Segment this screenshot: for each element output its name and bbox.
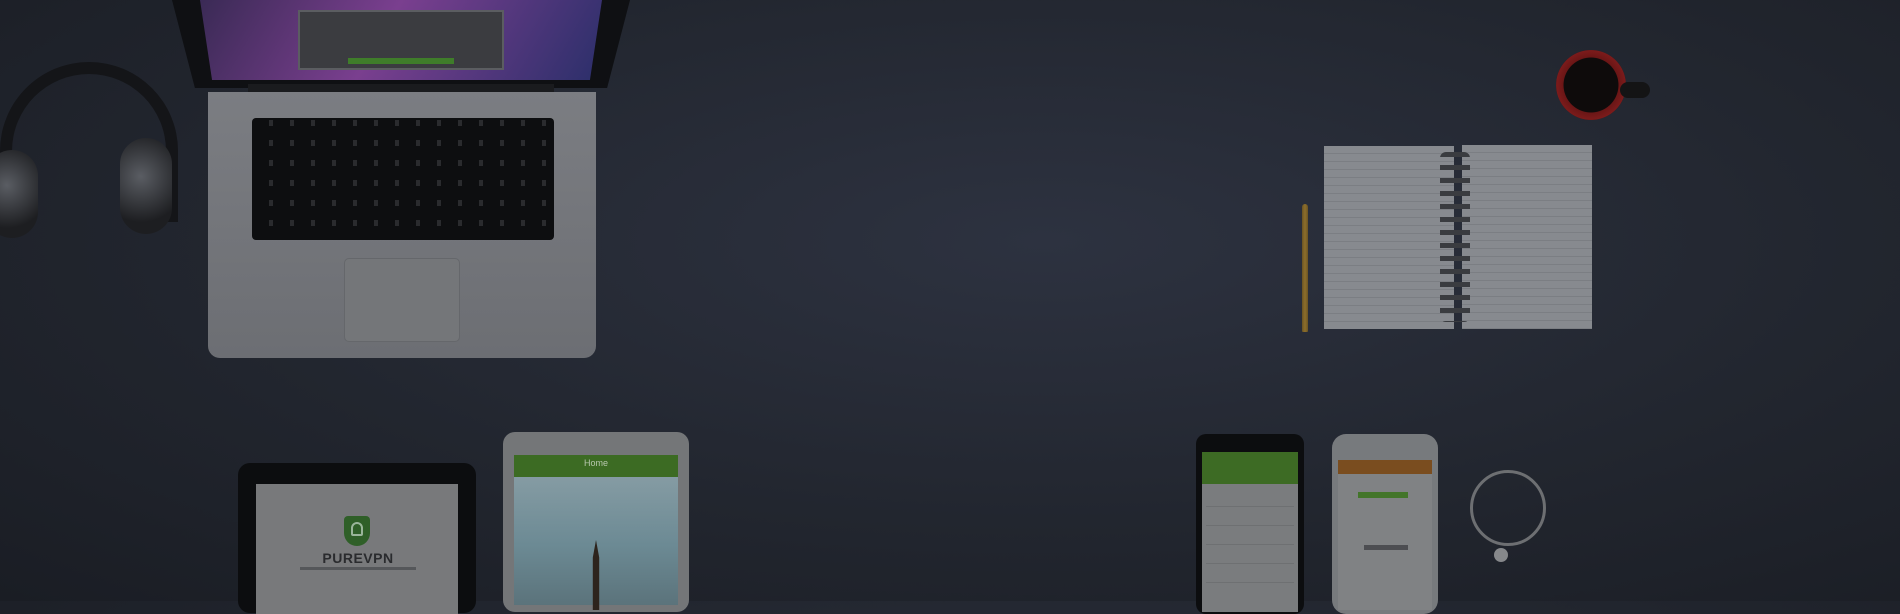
- coffee-cup: [1556, 50, 1626, 120]
- headphones-left-cup: [0, 150, 38, 238]
- laptop-keyboard: [252, 118, 554, 240]
- notebook-right-page: [1462, 145, 1592, 329]
- notebook-spiral: [1440, 152, 1470, 322]
- tablet-brand-name: PUREVPN: [322, 550, 394, 566]
- earbud: [1494, 548, 1508, 562]
- laptop-app-button: [348, 58, 454, 64]
- tablet-brand-tagline: [300, 567, 416, 570]
- lock-icon: [351, 522, 363, 536]
- android-phone-location-list: [1206, 488, 1294, 588]
- notebook-left-page: [1324, 146, 1454, 329]
- iphone-location-badge: [1358, 492, 1408, 498]
- android-phone-header: [1202, 452, 1298, 484]
- earphones-cable: [1470, 470, 1546, 546]
- iphone-location-label: [1364, 545, 1408, 550]
- laptop-trackpad: [344, 258, 460, 342]
- iphone-app-header: [1338, 460, 1432, 474]
- tablet-screen: [256, 484, 458, 614]
- headphones-right-cup: [120, 138, 172, 234]
- ipad-app-title: Home: [583, 458, 608, 468]
- iphone-screen: [1338, 460, 1432, 610]
- pencil: [1302, 204, 1308, 332]
- coffee-cup-handle: [1620, 82, 1650, 98]
